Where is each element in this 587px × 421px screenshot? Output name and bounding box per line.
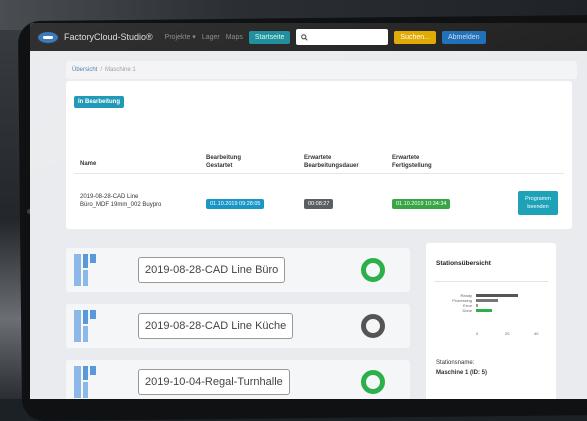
station-name-label: Stationsname: xyxy=(436,360,475,366)
chart-bar-error xyxy=(476,304,478,307)
search-input[interactable] xyxy=(296,29,389,45)
nav-link-maps[interactable]: Maps xyxy=(226,34,243,41)
chart-bar-done xyxy=(476,309,492,312)
end-program-label-line2: beenden xyxy=(527,204,549,210)
status-ring-icon xyxy=(361,370,385,394)
breadcrumb: Übersicht / Maschine 1 xyxy=(66,61,577,79)
job-name-line2: Büro_MDF 19mm_002 Buypro xyxy=(80,202,162,208)
col-header-finish-line2: Fertigstellung xyxy=(392,163,432,169)
station-overview-divider xyxy=(434,281,548,282)
table-divider xyxy=(74,173,564,174)
col-header-duration-line1: Erwartete xyxy=(304,155,332,161)
job-name: 2019-08-28-CAD Line Büro_MDF 19mm_002 Bu… xyxy=(80,193,161,209)
brand-logo-icon[interactable] xyxy=(38,31,58,43)
logout-button[interactable]: Abmelden xyxy=(442,30,486,44)
chart-tick: 40 xyxy=(534,331,539,336)
chart-tick: 20 xyxy=(505,331,510,336)
queue-item-name: 2019-08-28-CAD Line Büro xyxy=(138,257,286,283)
nav-link-storage[interactable]: Lager xyxy=(202,34,220,41)
col-header-started: Bearbeitung Gestartet xyxy=(206,154,241,170)
station-name-value: Maschine 1 (ID: 5) xyxy=(436,370,488,376)
current-job-panel: In Bearbeitung Name Bearbeitung Gestarte… xyxy=(66,81,572,229)
job-duration-badge: 00:08:27 xyxy=(304,199,334,209)
queue-item[interactable]: 2019-08-28-CAD Line Küche xyxy=(66,304,410,348)
col-header-finish: Erwartete Fertigstellung xyxy=(392,154,432,170)
chart-legend-done: Done xyxy=(462,308,472,313)
end-program-label-line1: Programm xyxy=(525,196,551,202)
queue-item-name: 2019-10-04-Regal-Turnhalle xyxy=(138,369,290,395)
breadcrumb-separator: / xyxy=(100,67,103,73)
station-overview-panel: Stationsübersicht Ready Processing Error… xyxy=(426,243,556,399)
status-badge: In Bearbeitung xyxy=(74,96,125,108)
breadcrumb-parent-link[interactable]: Übersicht xyxy=(72,67,97,73)
nav-teal-button[interactable]: Startseite xyxy=(248,30,291,44)
col-header-duration: Erwartete Bearbeitungsdauer xyxy=(304,154,359,170)
nesting-icon xyxy=(74,366,100,398)
end-program-button[interactable]: Programm beenden xyxy=(518,191,558,215)
col-header-started-line1: Bearbeitung xyxy=(206,155,242,161)
queue-item-name: 2019-08-28-CAD Line Küche xyxy=(138,313,294,339)
nesting-icon xyxy=(74,310,100,342)
queue-item[interactable]: 2019-10-04-Regal-Turnhalle xyxy=(66,360,410,399)
station-overview-title: Stationsübersicht xyxy=(436,260,491,267)
col-header-duration-line2: Bearbeitungsdauer xyxy=(304,163,359,169)
navbar: FactoryCloud-Studio® Projekte ▾ Lager Ma… xyxy=(30,23,587,51)
status-ring-icon xyxy=(361,314,385,338)
job-started-badge: 01.10.2019 09:28:05 xyxy=(206,199,265,209)
col-header-name: Name xyxy=(80,161,97,167)
brand-name[interactable]: FactoryCloud-Studio® xyxy=(64,32,153,42)
job-finish-badge: 01.10.2019 10:34:34 xyxy=(392,199,451,209)
nav-link-projects[interactable]: Projekte ▾ xyxy=(165,33,196,41)
col-header-finish-line1: Erwartete xyxy=(392,155,420,161)
app-screen: FactoryCloud-Studio® Projekte ▾ Lager Ma… xyxy=(30,23,587,399)
nesting-icon xyxy=(74,254,100,286)
status-ring-icon xyxy=(361,258,385,282)
search-submit-button[interactable]: Suchen... xyxy=(394,30,436,44)
search-icon xyxy=(301,33,309,41)
job-name-line1: 2019-08-28-CAD Line xyxy=(80,194,139,200)
breadcrumb-current: Maschine 1 xyxy=(105,67,136,73)
chart-tick: 0 xyxy=(476,331,479,336)
queue-item[interactable]: 2019-08-28-CAD Line Büro xyxy=(66,248,410,292)
chart-bar-ready xyxy=(476,294,518,297)
chart-bar-processing xyxy=(476,299,498,302)
col-header-started-line2: Gestartet xyxy=(206,163,233,169)
